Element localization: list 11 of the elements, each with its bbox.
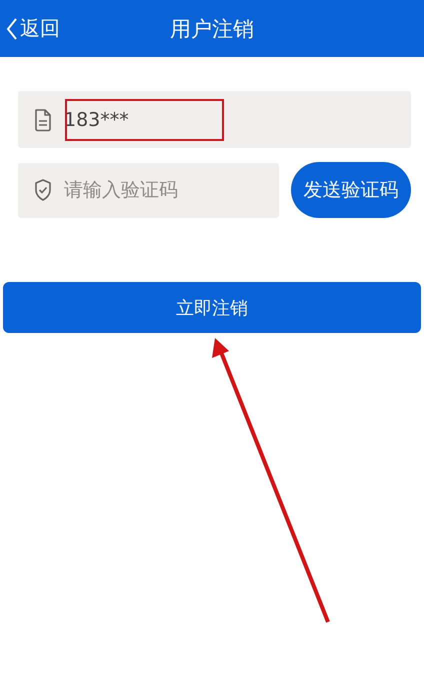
send-code-button[interactable]: 发送验证码 xyxy=(291,162,411,218)
page-title: 用户注销 xyxy=(170,16,254,40)
back-button[interactable]: 返回 xyxy=(0,15,60,42)
phone-field[interactable]: 183*** xyxy=(18,91,411,148)
code-input[interactable]: 请输入验证码 xyxy=(64,179,267,201)
code-field[interactable]: 请输入验证码 xyxy=(18,162,279,218)
phone-input[interactable]: 183*** xyxy=(64,108,399,130)
back-chevron-icon xyxy=(6,16,18,40)
document-icon xyxy=(34,108,52,132)
shield-check-icon xyxy=(34,178,52,202)
deactivate-button[interactable]: 立即注销 xyxy=(3,282,421,333)
